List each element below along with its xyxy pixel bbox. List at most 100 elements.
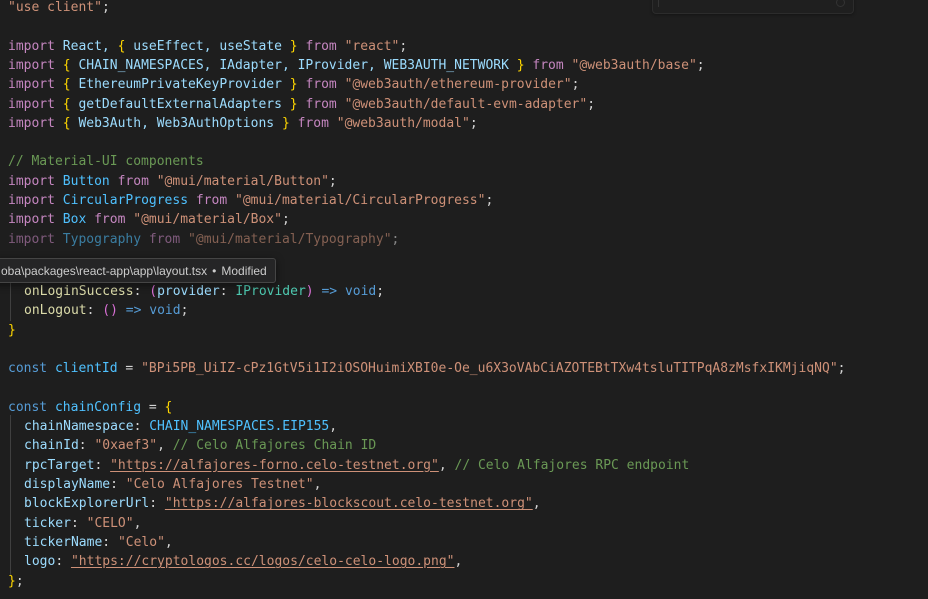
import-keyword: import: [8, 231, 55, 247]
semicolon: ;: [399, 38, 408, 54]
code-line-import-web3auth-modal[interactable]: import { Web3Auth, Web3AuthOptions } fro…: [0, 114, 478, 133]
import-keyword: import: [8, 212, 55, 228]
property-value: "0xaef3": [94, 438, 158, 454]
brace-open: {: [62, 77, 71, 93]
code-line-onlogout[interactable]: onLogout: () => void;: [0, 301, 188, 320]
code-line-import-ethereum-provider[interactable]: import { EthereumPrivateKeyProvider } fr…: [0, 75, 579, 94]
semicolon: ;: [469, 115, 478, 131]
tab-hover-tooltip: oba\packages\react-app\app\layout.tsx • …: [0, 258, 276, 283]
code-line-blank-2: [0, 133, 8, 152]
semicolon: ;: [376, 284, 385, 299]
code-line-ticker[interactable]: ticker: "CELO",: [0, 514, 141, 533]
import-default-binding: Button: [62, 173, 110, 189]
code-line-mui-comment[interactable]: // Material-UI components: [0, 152, 204, 171]
code-line-import-web3auth-base[interactable]: import { CHAIN_NAMESPACES, IAdapter, IPr…: [0, 56, 705, 75]
code-line-chainconfig-close[interactable]: };: [0, 572, 24, 591]
semicolon: ;: [485, 193, 494, 208]
module-specifier: "@web3auth/modal": [336, 115, 470, 131]
logo-url[interactable]: "https://cryptologos.cc/logos/celo-celo-…: [71, 554, 455, 569]
property-key: blockExplorerUrl: [24, 496, 150, 512]
code-line-onloginsuccess[interactable]: onLoginSuccess: (provider: IProvider) =>…: [0, 282, 384, 301]
code-line-import-default-evm-adapter[interactable]: import { getDefaultExternalAdapters } fr…: [0, 95, 595, 114]
client-id-value: "BPi5PB_UiIZ-cPz1GtV5i1I2iOSOHuimiXBI0e-…: [141, 361, 838, 377]
property-value: "CELO": [86, 515, 134, 531]
semicolon: ;: [281, 212, 290, 228]
code-editor[interactable]: "use client"; import React, { useEffect,…: [0, 0, 928, 599]
comma: ,: [164, 534, 173, 550]
import-keyword: import: [8, 193, 55, 208]
comma: ,: [157, 438, 165, 454]
brace-open: {: [62, 96, 71, 112]
import-default-binding: Box: [62, 212, 87, 228]
code-line-interface-close[interactable]: }: [0, 321, 16, 340]
arrow-operator: =>: [125, 303, 142, 319]
equals: =: [148, 399, 157, 415]
return-type: void: [149, 303, 181, 319]
block-explorer-url[interactable]: "https://alfajores-blockscout.celo-testn…: [165, 496, 533, 511]
trailing-comment: // Celo Alfajores Chain ID: [172, 438, 377, 454]
code-line-logo[interactable]: logo: "https://cryptologos.cc/logos/celo…: [0, 552, 462, 571]
property-key: tickerName: [24, 534, 103, 550]
return-type: void: [344, 284, 377, 299]
semicolon: ;: [696, 57, 705, 73]
module-specifier: "@mui/material/Button": [156, 173, 329, 189]
directive-quote-open: ": [8, 0, 16, 15]
brace-close: }: [8, 573, 16, 589]
import-keyword: import: [8, 173, 55, 189]
module-specifier: "react": [344, 38, 400, 54]
const-keyword: const: [8, 399, 48, 415]
module-specifier: "@mui/material/CircularProgress": [235, 193, 486, 208]
code-line-displayname[interactable]: displayName: "Celo Alfajores Testnet",: [0, 475, 321, 494]
code-line-blank-5: [0, 379, 8, 398]
code-line-import-box[interactable]: import Box from "@mui/material/Box";: [0, 210, 290, 229]
from-keyword: from: [297, 115, 329, 131]
from-keyword: from: [117, 173, 149, 189]
param-type: IProvider: [235, 284, 306, 299]
property-value: CHAIN_NAMESPACES.EIP155: [149, 419, 330, 435]
code-line-blockexplorerurl[interactable]: blockExplorerUrl: "https://alfajores-blo…: [0, 494, 541, 513]
code-line-chainconfig-open[interactable]: const chainConfig = {: [0, 398, 172, 417]
comment-text: // Material-UI components: [8, 154, 204, 170]
brace-open: {: [62, 57, 71, 73]
code-line-blank-4: [0, 340, 8, 359]
from-keyword: from: [148, 231, 181, 247]
comma: ,: [438, 457, 447, 473]
import-named-bindings: getDefaultExternalAdapters: [70, 96, 290, 112]
paren-open: (: [102, 303, 111, 319]
code-line-chainnamespace[interactable]: chainNamespace: CHAIN_NAMESPACES.EIP155,: [0, 417, 337, 436]
semicolon: ;: [571, 77, 580, 93]
code-line-clientid[interactable]: const clientId = "BPi5PB_UiIZ-cPz1GtV5i1…: [0, 359, 845, 378]
code-line-import-button[interactable]: import Button from "@mui/material/Button…: [0, 172, 337, 191]
code-line-rpctarget[interactable]: rpcTarget: "https://alfajores-forno.celo…: [0, 456, 689, 475]
import-keyword: import: [8, 96, 55, 112]
tooltip-file-path: oba\packages\react-app\app\layout.tsx: [1, 263, 208, 278]
module-specifier: "@web3auth/default-evm-adapter": [344, 96, 588, 112]
import-named-bindings: Web3Auth, Web3AuthOptions: [70, 115, 282, 131]
import-default-binding: CircularProgress: [62, 193, 189, 208]
rpc-target-url[interactable]: "https://alfajores-forno.celo-testnet.or…: [110, 458, 439, 473]
from-keyword: from: [305, 77, 337, 93]
code-content[interactable]: "use client"; import React, { useEffect,…: [0, 0, 928, 599]
code-line-import-typography[interactable]: import Typography from "@mui/material/Ty…: [0, 230, 399, 249]
property-key: chainId: [24, 438, 79, 454]
semicolon: ;: [328, 173, 337, 189]
from-keyword: from: [305, 96, 337, 112]
import-keyword: import: [8, 38, 55, 54]
property-key: ticker: [24, 515, 71, 531]
colon: :: [70, 515, 79, 531]
colon: :: [110, 477, 118, 492]
code-line-use-client[interactable]: "use client";: [0, 0, 110, 17]
code-line-chainid[interactable]: chainId: "0xaef3", // Celo Alfajores Cha…: [0, 436, 376, 455]
import-keyword: import: [8, 77, 55, 93]
module-specifier: "@mui/material/Box": [133, 212, 282, 228]
member-name: onLoginSuccess: [24, 284, 134, 299]
code-line-import-circularprogress[interactable]: import CircularProgress from "@mui/mater…: [0, 191, 493, 210]
arrow-operator: =>: [321, 284, 338, 299]
code-line-tickername[interactable]: tickerName: "Celo",: [0, 533, 173, 552]
property-key: rpcTarget: [24, 457, 95, 473]
code-line-import-react[interactable]: import React, { useEffect, useState } fr…: [0, 37, 407, 56]
trailing-comment: // Celo Alfajores RPC endpoint: [454, 457, 690, 473]
module-specifier: "@mui/material/Typography": [188, 231, 392, 247]
paren-close: ): [110, 303, 118, 319]
from-keyword: from: [195, 193, 228, 208]
